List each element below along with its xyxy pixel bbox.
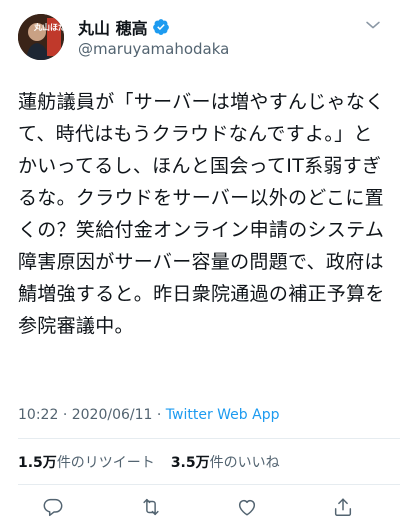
display-name[interactable]: 丸山 穂高	[78, 15, 148, 39]
tweet-date[interactable]: 2020/06/11	[72, 407, 153, 423]
action-bar	[0, 496, 400, 520]
avatar-text: 丸山ほだか	[33, 22, 64, 32]
divider	[18, 438, 400, 439]
retweet-count: 1.5万	[18, 455, 57, 471]
share-icon[interactable]	[332, 496, 354, 518]
meta-separator-2: ·	[156, 407, 162, 423]
verified-badge-icon	[152, 18, 170, 36]
tweet-source[interactable]: Twitter Web App	[166, 407, 280, 423]
tweet-header: 丸山ほだか 丸山 穂高 @maruyamahodaka	[18, 14, 382, 60]
tweet-meta: 10:22 · 2020/06/11 · Twitter Web App	[18, 407, 279, 423]
meta-separator: ·	[62, 407, 68, 423]
retweet-label: 件のリツイート	[56, 455, 155, 471]
retweet-stat[interactable]: 1.5万件のリツイート	[18, 455, 155, 471]
retweet-icon[interactable]	[140, 496, 162, 518]
like-stat[interactable]: 3.5万件のいいね	[171, 455, 280, 471]
user-handle[interactable]: @maruyamahodaka	[78, 40, 229, 58]
tweet-text: 蓮舫議員が「サーバーは増やすんじゃなくて、時代はもうクラウドなんですよ。」とかい…	[18, 91, 385, 337]
avatar-image: 丸山ほだか	[18, 14, 64, 60]
tweet-stats: 1.5万件のリツイート 3.5万件のいいね	[18, 452, 280, 472]
chevron-down-icon[interactable]	[364, 16, 382, 34]
like-count: 3.5万	[170, 455, 210, 471]
divider	[18, 484, 400, 485]
reply-icon[interactable]	[42, 496, 64, 518]
like-label: 件のいいね	[209, 455, 280, 471]
like-icon[interactable]	[236, 496, 258, 518]
avatar[interactable]: 丸山ほだか	[18, 14, 64, 60]
tweet-time[interactable]: 10:22	[18, 407, 58, 423]
